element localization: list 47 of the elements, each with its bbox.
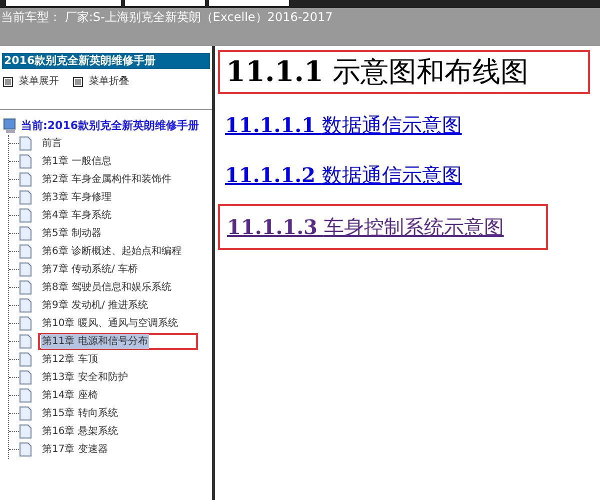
tree-item[interactable]: 第9章 发动机/ 推进系统 [41,298,150,313]
page-icon [19,298,32,313]
menu-action[interactable]: 菜单展开 [3,74,59,89]
tree-item[interactable]: 第11章 电源和信号分布 [41,334,149,349]
list-icon [3,76,13,86]
list-icon [73,76,83,86]
tree-item[interactable]: 第4章 车身系统 [41,208,113,223]
page-icon [19,154,32,169]
section-link[interactable]: 11.1.1.2 数据通信示意图 [225,163,462,187]
page-icon [19,190,32,205]
section-heading: 11.1.1 示意图和布线图 [218,50,590,94]
tree-item[interactable]: 第6章 诊断概述、起始点和编程 [41,244,183,259]
tree-item[interactable]: 第3章 车身修理 [41,190,113,205]
page-icon [19,136,32,151]
page-icon [19,244,32,259]
tree-item[interactable]: 第8章 驾驶员信息和娱乐系统 [41,280,173,295]
page-icon [19,226,32,241]
tree-item[interactable]: 第15章 转向系统 [41,406,119,421]
page-icon [19,208,32,223]
tree-root[interactable]: 当前:2016款别克全新英朗维修手册 [21,118,200,134]
page-icon [19,442,32,457]
page-icon [19,352,32,367]
tree-item[interactable]: 第13章 安全和防护 [41,370,129,385]
tree-item[interactable]: 第2章 车身金属构件和装饰件 [41,172,173,187]
tree-item[interactable]: 第12章 车顶 [41,352,99,367]
tree-item[interactable]: 第14章 座椅 [41,388,99,403]
page-icon [19,280,32,295]
tree-item[interactable]: 第7章 传动系统/ 车桥 [41,262,140,277]
page-icon [19,262,32,277]
header-text: 当前车型： 厂家:S-上海别克全新英朗（Excelle）2016-2017 [0,9,333,26]
sidebar-title: 2016款别克全新英朗维修手册 [2,53,210,69]
computer-icon [3,118,17,134]
page-icon [19,424,32,439]
tree-item[interactable]: 前言 [41,136,63,151]
page-icon [19,316,32,331]
tree-item[interactable]: 第1章 一般信息 [41,154,113,169]
section-link[interactable]: 11.1.1.1 数据通信示意图 [225,113,462,137]
page-icon [19,370,32,385]
page-icon [19,334,32,349]
page-icon [19,388,32,403]
page-icon [19,406,32,421]
tree-item[interactable]: 第16章 悬架系统 [41,424,119,439]
tree-item[interactable]: 第5章 制动器 [41,226,103,241]
page-icon [19,172,32,187]
menu-action[interactable]: 菜单折叠 [73,74,129,89]
tree-item[interactable]: 第10章 暖风、通风与空调系统 [41,316,179,331]
tree-item[interactable]: 第17章 变速器 [41,442,109,457]
